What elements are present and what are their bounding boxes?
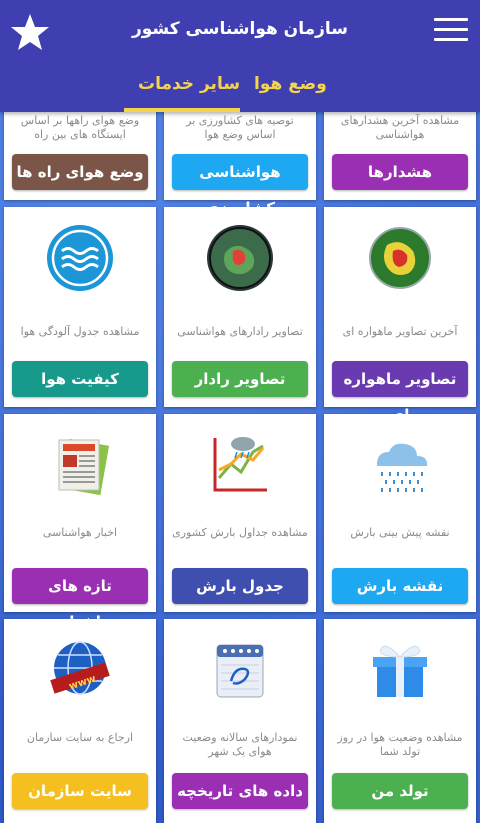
card-history[interactable]: نمودارهای سالانه وضعیت هوای یک شهر داده … — [164, 619, 316, 823]
card-description: مشاهده آخرین هشدارهای هواشناسی — [340, 114, 460, 141]
hamburger-menu-icon[interactable] — [434, 18, 468, 44]
website-button[interactable]: سایت سازمان — [12, 773, 148, 809]
satellite-button[interactable]: تصاویر ماهواره ای — [332, 361, 468, 424]
card-description: ارجاع به سایت سازمان — [26, 731, 134, 744]
birthday-button[interactable]: تولد من — [332, 773, 468, 809]
card-description: وضع هوای راهها بر اساس ایستگاه های بین ر… — [20, 114, 140, 141]
card-rain-table[interactable]: مشاهده جداول بارش کشوری جدول بارش — [164, 414, 316, 612]
card-description: توصیه های کشاورزی بر اساس وضع هوا — [186, 114, 294, 141]
satellite-icon — [369, 227, 431, 289]
history-data-button[interactable]: داده های تاریخچه ای — [172, 773, 308, 823]
card-news[interactable]: اخبار هواشناسی تازه های هواشناسی — [4, 414, 156, 631]
card-description: آخرین تصاویر ماهواره ای — [342, 325, 458, 338]
agri-meteorology-button[interactable]: هواشناسی کشاورزی — [172, 154, 308, 217]
rain-map-button[interactable]: نقشه بارش — [332, 568, 468, 604]
card-description: مشاهده جدول آلودگی هوا — [20, 325, 140, 338]
tab-weather[interactable]: وضع هوا — [254, 74, 327, 94]
card-satellite[interactable]: آخرین تصاویر ماهواره ای تصاویر ماهواره ا… — [324, 207, 476, 424]
card-rain-map[interactable]: نقشه پیش بینی بارش نقشه بارش — [324, 414, 476, 612]
card-air-quality[interactable]: مشاهده جدول آلودگی هوا کیفیت هوا — [4, 207, 156, 407]
card-description: نمودارهای سالانه وضعیت هوای یک شهر — [182, 731, 298, 758]
card-description: اخبار هواشناسی — [42, 526, 118, 539]
card-website[interactable]: www ارجاع به سایت سازمان سایت سازمان — [4, 619, 156, 823]
road-weather-button[interactable]: وضع هوای راه ها — [12, 154, 148, 190]
active-tab-indicator — [124, 108, 240, 112]
card-description: نقشه پیش بینی بارش — [350, 526, 450, 539]
rain-chart-icon — [213, 437, 267, 492]
card-warnings[interactable]: مشاهده آخرین هشدارهای هواشناسی هشدارها — [324, 108, 476, 200]
warnings-button[interactable]: هشدارها — [332, 154, 468, 190]
tab-other-services[interactable]: سایر خدمات — [138, 74, 240, 94]
card-description: مشاهده وضعیت هوا در روز تولد شما — [337, 731, 463, 758]
services-grid: وضع هوای راهها بر اساس ایستگاه های بین ر… — [0, 0, 480, 823]
app-title: سازمان هواشناسی کشور — [131, 19, 348, 39]
card-description: تصاویر رادارهای هواشناسی — [177, 325, 303, 338]
rain-table-button[interactable]: جدول بارش — [172, 568, 308, 604]
news-icon — [58, 438, 110, 496]
card-description: مشاهده جداول بارش کشوری — [172, 526, 308, 539]
air-quality-icon — [47, 225, 113, 291]
gift-icon — [373, 645, 427, 697]
globe-www-icon: www — [50, 641, 110, 695]
calendar-icon — [216, 644, 264, 698]
card-birthday[interactable]: مشاهده وضعیت هوا در روز تولد شما تولد من — [324, 619, 476, 823]
rain-cloud-icon — [377, 443, 427, 492]
card-agri-meteorology[interactable]: توصیه های کشاورزی بر اساس وضع هوا هواشنا… — [164, 108, 316, 217]
card-radar[interactable]: تصاویر رادارهای هواشناسی تصاویر رادار — [164, 207, 316, 407]
air-quality-button[interactable]: کیفیت هوا — [12, 361, 148, 397]
news-button[interactable]: تازه های هواشناسی — [12, 568, 148, 631]
radar-icon — [207, 225, 273, 291]
radar-button[interactable]: تصاویر رادار — [172, 361, 308, 397]
app-bar: سازمان هواشناسی کشور وضع هوا سایر خدمات — [0, 0, 480, 112]
card-road-weather[interactable]: وضع هوای راهها بر اساس ایستگاه های بین ر… — [4, 108, 156, 200]
